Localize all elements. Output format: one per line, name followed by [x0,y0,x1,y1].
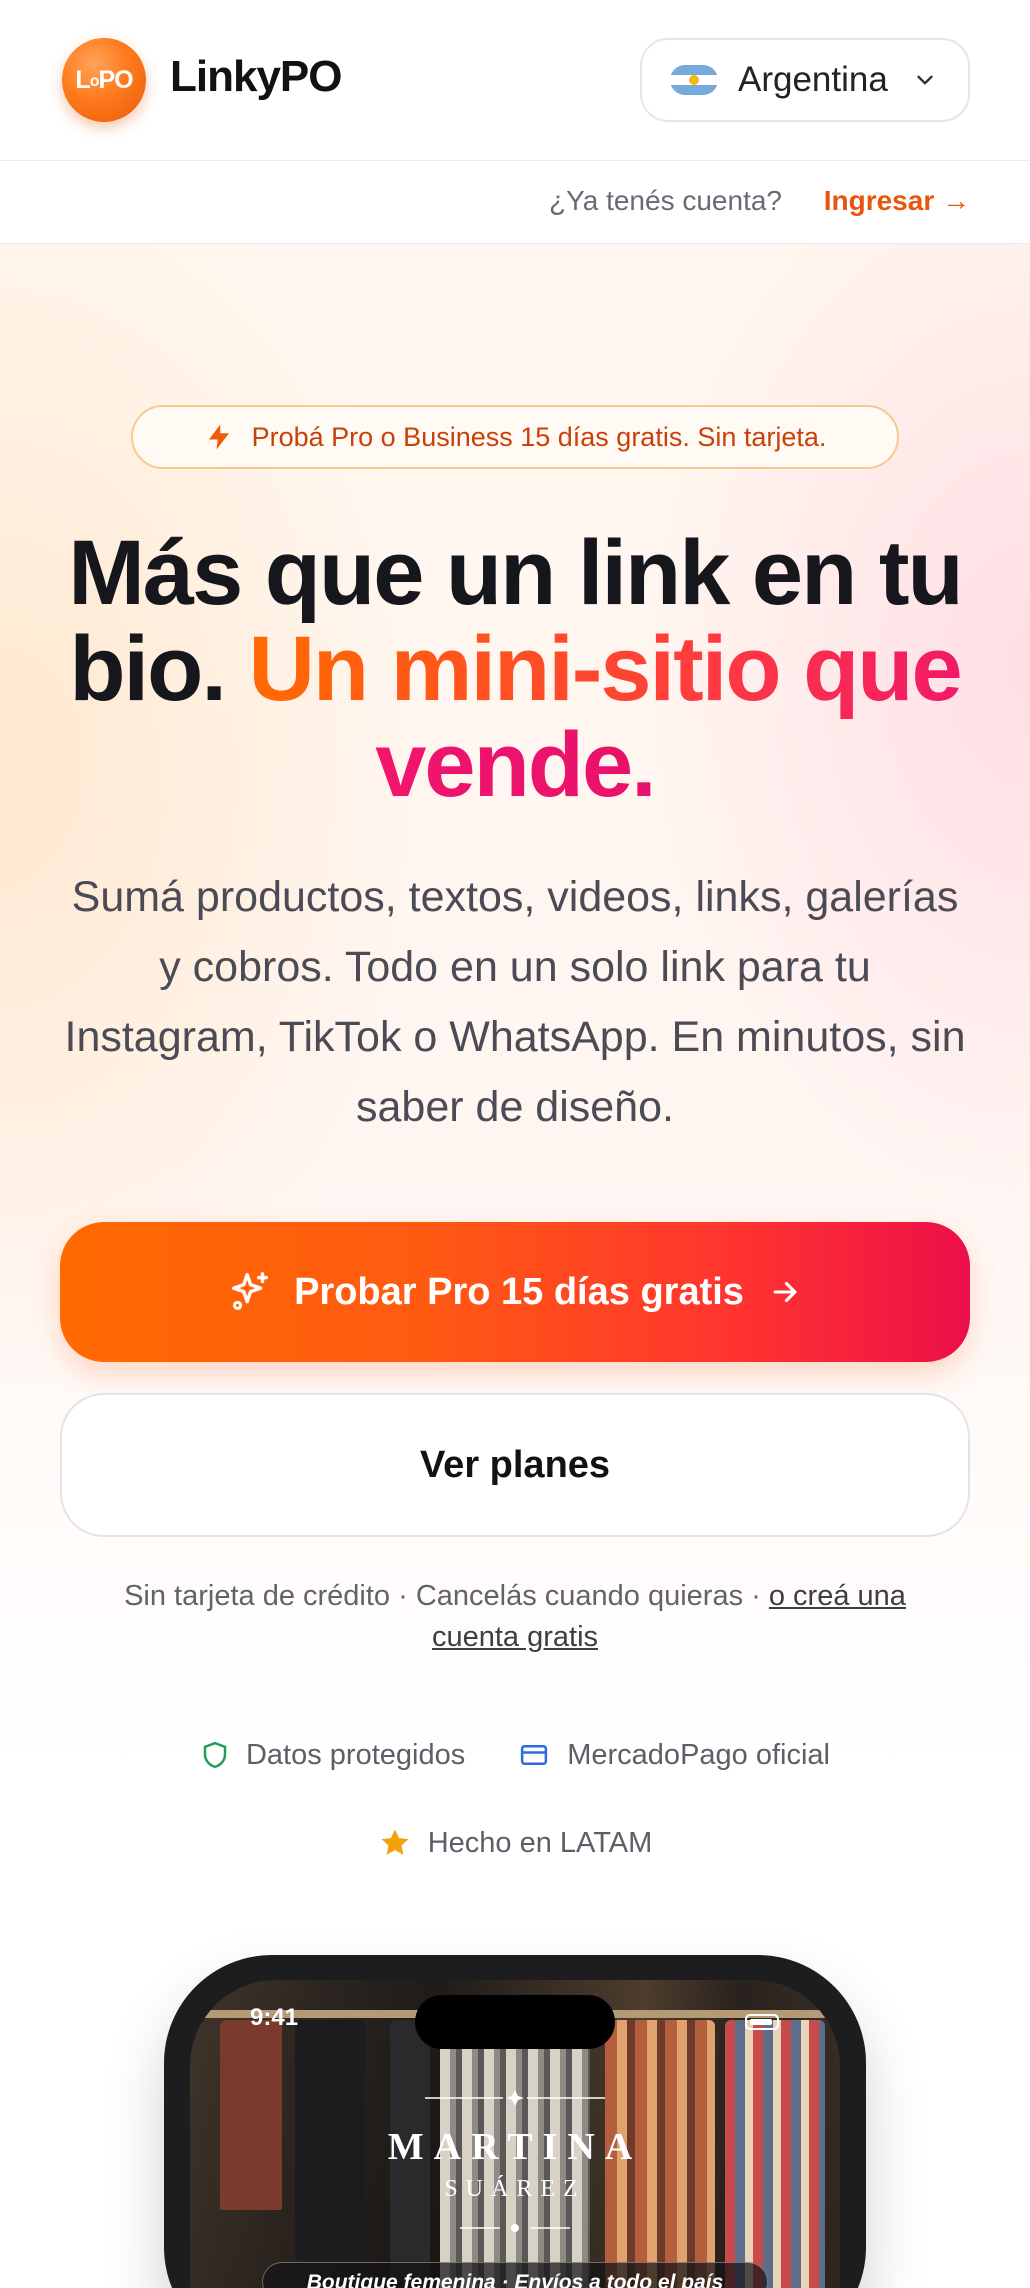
top-header: Lo PO LinkyPO Argentina [0,0,1030,161]
argentina-flag-icon [670,65,718,95]
fineprint: Sin tarjeta de crédito · Cancelás cuando… [90,1576,940,1658]
trust-label: Hecho en LATAM [427,1826,653,1859]
brand-name[interactable]: LinkyPO [170,52,342,102]
headline-accent: Un mini-sitio que vende. [248,618,962,816]
trust-badges: Datos protegidos MercadoPago oficial Hec… [0,1737,1030,1861]
sparkle-icon [232,1272,269,1311]
fineprint-text: Sin tarjeta de crédito · Cancelás cuando… [124,1580,761,1612]
country-selector[interactable]: Argentina [640,38,970,122]
hero-subtext: Sumá productos, textos, videos, links, g… [64,873,966,1131]
profile-tagline: Boutique femenina · Envíos a todo el paí… [262,2262,768,2288]
brand-logo[interactable]: Lo PO [62,38,146,122]
try-pro-button[interactable]: Probar Pro 15 días gratis [60,1222,970,1362]
ornament-top [425,2090,605,2106]
profile-first-name: MARTINA [387,2126,643,2168]
trust-label: Datos protegidos [245,1738,466,1771]
star-icon [381,1829,409,1855]
country-label: Argentina [738,60,888,99]
trust-item-mercadopago: MercadoPago oficial [517,1737,830,1773]
hero-headline: Más que un link en tu bio. Un mini-sitio… [40,525,990,813]
trial-badge: Probá Pro o Business 15 días gratis. Sin… [131,405,899,469]
try-pro-label: Probar Pro 15 días gratis [294,1270,744,1313]
dynamic-island [415,1995,615,2049]
battery-icon [745,2014,779,2030]
status-time: 9:41 [250,2004,299,2031]
login-bar: ¿Ya tenés cuenta? Ingresar → [0,161,1030,244]
view-plans-button[interactable]: Ver planes [60,1393,970,1537]
shield-icon [203,1741,227,1769]
login-link[interactable]: Ingresar → [824,185,970,217]
trust-item-latam: Hecho en LATAM [378,1825,653,1861]
trust-item-data: Datos protegidos [200,1737,465,1773]
arrow-right-icon [773,1281,797,1303]
chevron-down-icon [917,75,933,85]
account-question: ¿Ya tenés cuenta? [549,185,782,216]
lightning-icon [208,424,229,450]
profile-last-name: SUÁREZ [444,2176,586,2202]
trial-badge-text: Probá Pro o Business 15 días gratis. Sin… [251,421,827,452]
trust-label: MercadoPago oficial [567,1738,830,1771]
ornament-bottom [460,2224,570,2232]
card-icon [521,1745,548,1765]
